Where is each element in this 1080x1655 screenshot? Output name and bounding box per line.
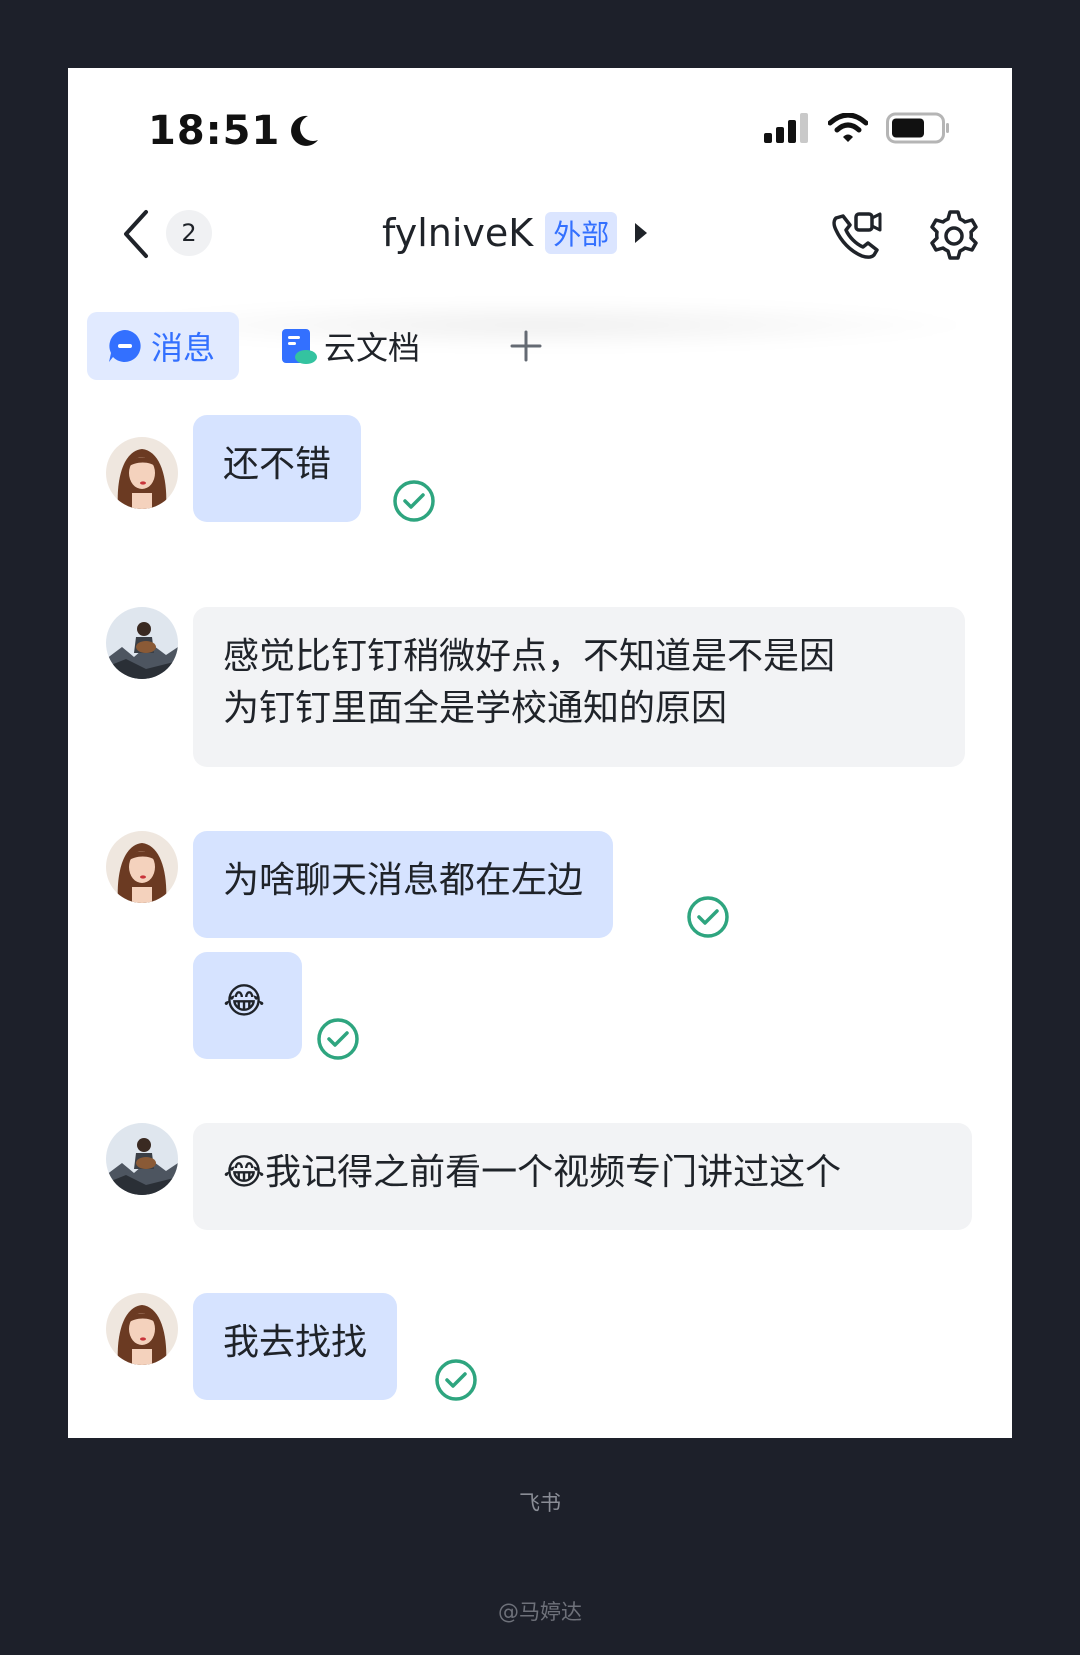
chat-title-group[interactable]: fylniveK 外部	[382, 208, 649, 258]
message-bubble-2[interactable]: 感觉比钉钉稍微好点，不知道是不是因 为钉钉里面全是学校通知的原因	[193, 607, 965, 767]
tab-messages[interactable]: 消息	[87, 312, 239, 380]
avatar-contact-image	[106, 607, 178, 679]
wifi-icon	[828, 113, 868, 142]
read-check-icon	[393, 480, 435, 522]
message-text-2-line2: 为钉钉里面全是学校通知的原因	[223, 688, 728, 729]
avatar-me[interactable]	[106, 1293, 178, 1365]
moon-icon	[291, 115, 319, 146]
message-text-5: 我记得之前看一个视频专门讲过这个	[265, 1152, 842, 1193]
laughing-crying-emoji: 😂	[223, 1152, 266, 1193]
chat-title: fylniveK	[382, 211, 534, 255]
message-bubble-5[interactable]: 😂我记得之前看一个视频专门讲过这个	[193, 1123, 972, 1230]
battery-icon	[886, 112, 949, 144]
message-text-2-line1: 感觉比钉钉稍微好点，不知道是不是因	[223, 636, 836, 677]
unread-count-badge[interactable]: 2	[166, 210, 212, 256]
plus-icon	[510, 330, 542, 362]
message-bubble-4[interactable]: 😂	[193, 952, 302, 1059]
cloud-doc-icon	[282, 329, 317, 364]
gear-icon	[930, 210, 978, 260]
message-bubble-1[interactable]: 还不错	[193, 415, 362, 522]
avatar-contact[interactable]	[106, 607, 178, 679]
avatar-me-image	[106, 1293, 178, 1365]
status-bar-icons	[764, 112, 950, 144]
caret-right-icon	[635, 223, 648, 243]
avatar-me-image	[106, 831, 178, 903]
settings-button[interactable]	[926, 208, 982, 264]
message-text-1: 还不错	[223, 444, 332, 485]
signal-icon	[764, 113, 808, 143]
back-button[interactable]	[116, 206, 156, 262]
laughing-crying-emoji: 😂	[223, 981, 266, 1022]
external-tag: 外部	[545, 212, 618, 254]
message-text-3: 为啥聊天消息都在左边	[223, 860, 584, 901]
video-call-button[interactable]	[828, 208, 884, 264]
avatar-contact-image	[106, 1123, 178, 1195]
avatar-contact[interactable]	[106, 1123, 178, 1195]
status-time-text: 18:51	[148, 108, 281, 154]
footer-app-name: 飞书	[519, 1491, 561, 1515]
tab-docs-label: 云文档	[324, 329, 421, 367]
status-bar-time: 18:51	[148, 108, 320, 154]
chat-bubble-icon	[109, 330, 141, 362]
read-check-icon	[317, 1018, 359, 1060]
tab-docs[interactable]: 云文档	[280, 312, 420, 380]
chevron-left-icon	[124, 210, 148, 258]
footer-author: @马婷达	[498, 1600, 582, 1624]
avatar-me[interactable]	[106, 831, 178, 903]
message-text-6: 我去找找	[223, 1322, 368, 1363]
video-call-icon	[832, 212, 882, 259]
read-check-icon	[435, 1359, 477, 1401]
avatar-me-image	[106, 437, 178, 509]
read-check-icon	[687, 896, 729, 938]
tab-messages-label: 消息	[151, 329, 216, 367]
phone-screen: 18:51 2 fylniveK 外部 消息 云文档 还不错 感觉比钉钉稍微好点…	[68, 68, 1012, 1438]
avatar-me[interactable]	[106, 437, 178, 509]
message-bubble-6[interactable]: 我去找找	[193, 1293, 398, 1400]
message-bubble-3[interactable]: 为啥聊天消息都在左边	[193, 831, 614, 938]
add-tab-button[interactable]	[506, 326, 546, 366]
